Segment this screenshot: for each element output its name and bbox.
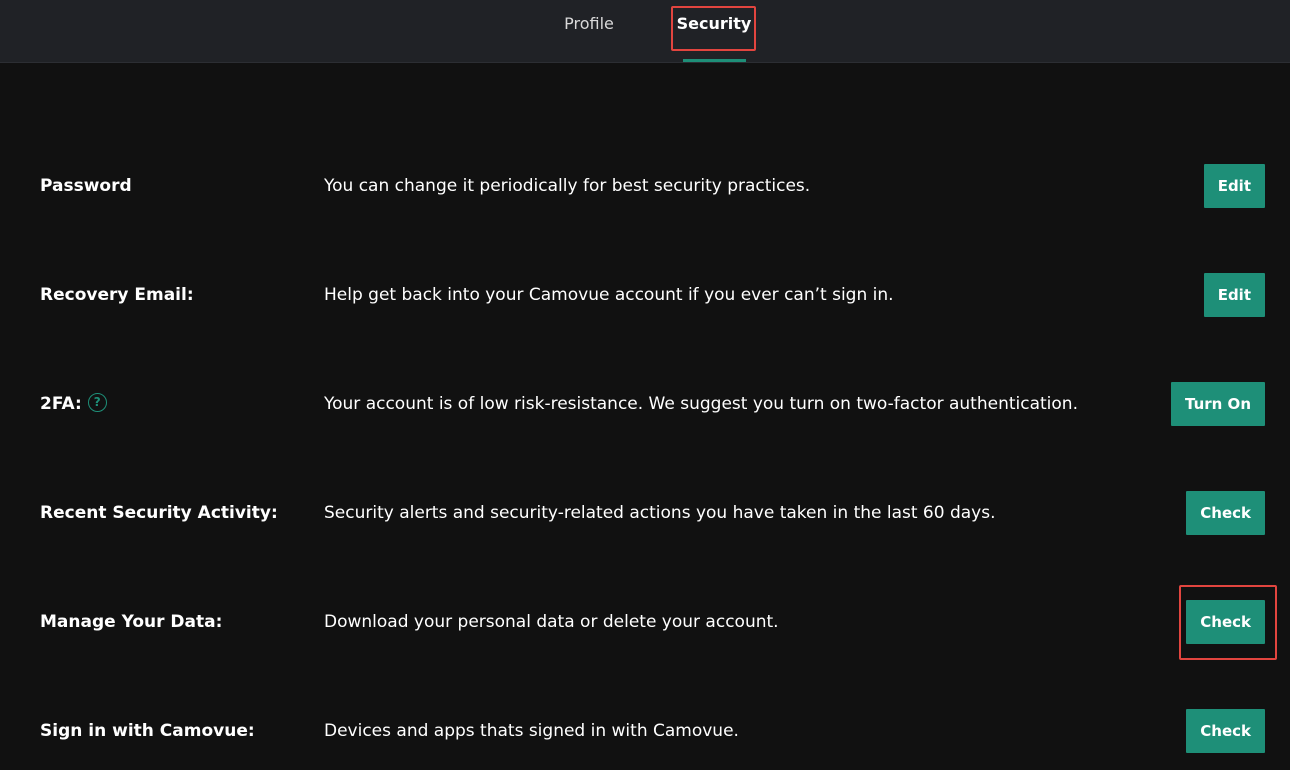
recent-security-activity-check-button[interactable]: Check <box>1186 491 1265 535</box>
sign-in-with-camovue-description: Devices and apps thats signed in with Ca… <box>324 721 739 741</box>
manage-data-row: Manage Your Data: Download your personal… <box>0 600 1290 644</box>
recent-security-activity-label: Recent Security Activity: <box>40 503 278 523</box>
sign-in-with-camovue-row: Sign in with Camovue: Devices and apps t… <box>0 709 1290 753</box>
password-edit-button[interactable]: Edit <box>1203 164 1265 208</box>
recovery-email-label: Recovery Email: <box>40 285 194 305</box>
tab-profile[interactable]: Profile <box>556 0 622 62</box>
recovery-email-row: Recovery Email: Help get back into your … <box>0 273 1290 317</box>
2fa-label-group: 2FA:? <box>40 382 107 426</box>
2fa-turn-on-button[interactable]: Turn On <box>1171 382 1265 426</box>
help-icon[interactable]: ? <box>87 393 107 412</box>
sign-in-with-camovue-label: Sign in with Camovue: <box>40 721 255 741</box>
manage-data-check-button[interactable]: Check <box>1186 600 1265 644</box>
sign-in-with-camovue-check-button[interactable]: Check <box>1186 709 1265 753</box>
recent-security-activity-row: Recent Security Activity: Security alert… <box>0 491 1290 535</box>
password-row: Password You can change it periodically … <box>0 164 1290 208</box>
tab-security[interactable]: Security <box>672 0 756 62</box>
2fa-label: 2FA: <box>40 394 82 414</box>
manage-data-description: Download your personal data or delete yo… <box>324 612 779 632</box>
top-nav-bar: Profile Security <box>0 0 1290 63</box>
2fa-row: 2FA:? Your account is of low risk-resist… <box>0 382 1290 426</box>
password-description: You can change it periodically for best … <box>324 176 811 196</box>
password-label: Password <box>40 176 132 196</box>
recovery-email-edit-button[interactable]: Edit <box>1203 273 1265 317</box>
2fa-description: Your account is of low risk-resistance. … <box>324 394 1078 414</box>
recent-security-activity-description: Security alerts and security-related act… <box>324 503 996 523</box>
active-tab-indicator <box>683 59 746 62</box>
recovery-email-description: Help get back into your Camovue account … <box>324 285 894 305</box>
manage-data-label: Manage Your Data: <box>40 612 223 632</box>
